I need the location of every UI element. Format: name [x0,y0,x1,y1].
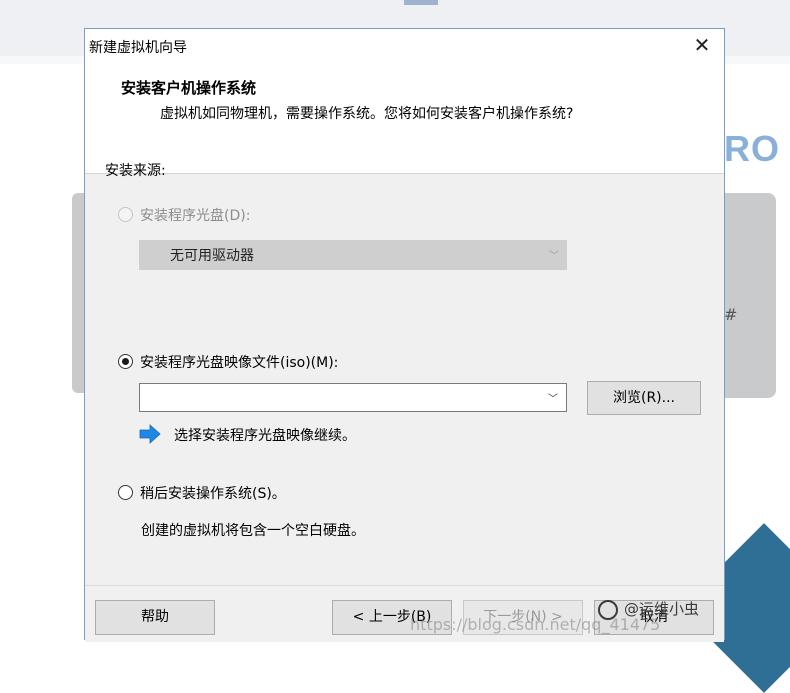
browse-button[interactable]: 浏览(R)... [587,381,701,415]
close-icon: ✕ [693,33,711,57]
later-option-label: 稍后安装操作系统(S)。 [140,486,286,502]
background-card-glyph: # [724,305,738,324]
background-tab-indicator [404,0,438,5]
background-brand-text: RO [724,128,780,169]
later-radio[interactable] [118,485,133,500]
iso-path-input[interactable] [143,387,538,407]
background-card [724,193,776,398]
wechat-icon [598,599,618,620]
drive-select-value: 无可用驱动器 [170,248,254,264]
page-title: 安装客户机操作系统 [121,79,257,97]
chevron-down-icon[interactable]: ﹀ [548,390,558,405]
install-source-label: 安装来源: [105,163,166,179]
account-watermark-text: @运维小虫 [624,600,700,618]
drive-select[interactable]: 无可用驱动器 ﹀ [139,240,567,270]
wizard-header: 安装客户机操作系统 虚拟机如同物理机，需要操作系统。您将如何安装客户机操作系统? [85,61,724,174]
disc-radio[interactable] [118,207,133,222]
page-subtitle: 虚拟机如同物理机，需要操作系统。您将如何安装客户机操作系统? [160,106,574,122]
later-description: 创建的虚拟机将包含一个空白硬盘。 [141,523,365,539]
chevron-down-icon: ﹀ [549,251,559,262]
iso-option-label: 安装程序光盘映像文件(iso)(M): [140,355,339,371]
help-button[interactable]: 帮助 [95,600,215,635]
arrow-right-icon [139,424,161,444]
iso-path-combobox[interactable]: ﹀ [139,383,567,412]
new-vm-wizard-dialog: 新建虚拟机向导 ✕ 安装客户机操作系统 虚拟机如同物理机，需要操作系统。您将如何… [84,28,725,642]
dialog-titlebar[interactable]: 新建虚拟机向导 ✕ [85,29,724,61]
iso-radio[interactable] [118,354,133,369]
disc-option-label: 安装程序光盘(D): [140,208,251,224]
iso-hint-text: 选择安装程序光盘映像继续。 [174,428,356,444]
dialog-title: 新建虚拟机向导 [89,40,187,56]
close-button[interactable]: ✕ [680,29,724,61]
account-watermark: @运维小虫 [598,598,699,620]
